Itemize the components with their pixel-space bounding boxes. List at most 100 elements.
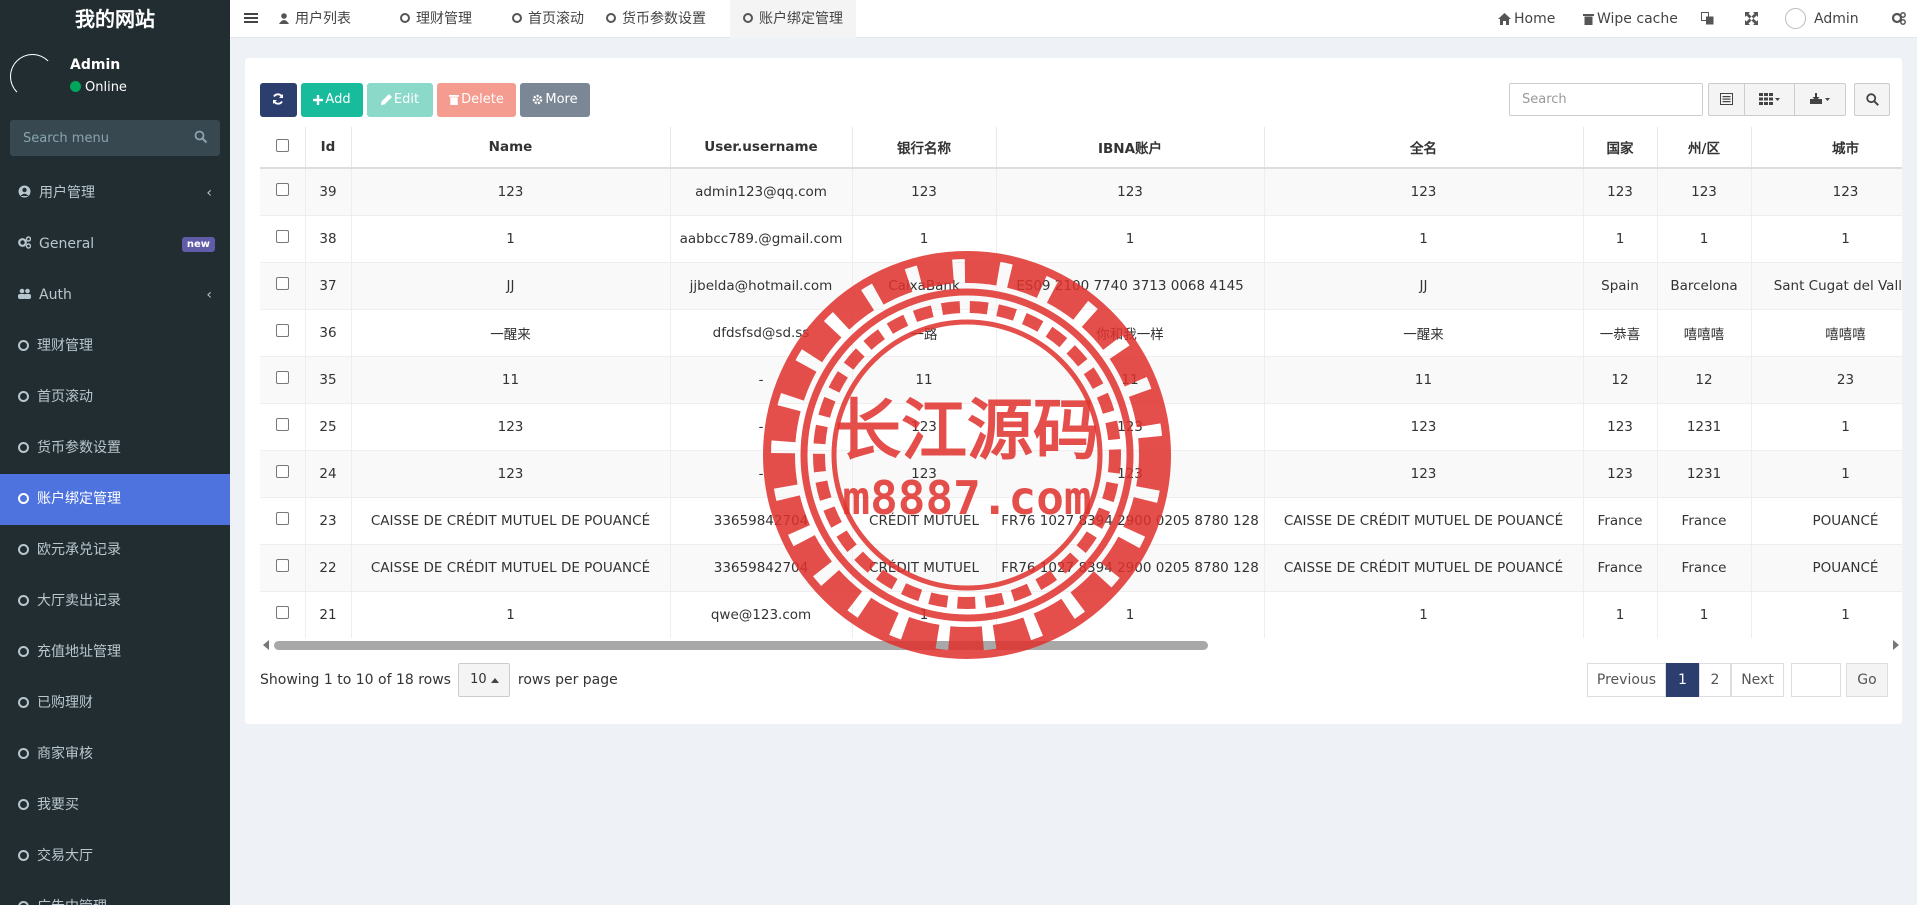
language-toggle[interactable]: [1701, 0, 1717, 38]
wipe-cache-link[interactable]: Wipe cache: [1583, 0, 1678, 38]
row-checkbox[interactable]: [275, 559, 289, 572]
columns-dropdown[interactable]: [1745, 84, 1795, 115]
sidebar-item-7[interactable]: 欧元承兑记录: [0, 525, 230, 576]
caret-up-icon: [490, 678, 499, 683]
select-all-checkbox[interactable]: [275, 138, 289, 152]
table-row[interactable]: 24 123-123 123 123 123 1231 1: [260, 449, 1902, 497]
sidebar-item-label: 广告中管理: [37, 899, 107, 905]
row-checkbox[interactable]: [275, 418, 289, 431]
sidebar-item-4[interactable]: 首页滚动: [0, 372, 230, 423]
table-row[interactable]: 38 1 aabbcc789.@gmail.com 1 1 1 1 1 1: [260, 214, 1902, 262]
table-search-input[interactable]: [1510, 84, 1702, 115]
sidebar-item-6[interactable]: 账户绑定管理: [0, 474, 230, 525]
scrollbar-thumb[interactable]: [274, 641, 1208, 650]
table-row[interactable]: 39 123 admin123@qq.com 123 123 123 123 123 123: [260, 167, 1902, 215]
export-dropdown[interactable]: [1795, 84, 1844, 115]
control-sidebar-toggle[interactable]: [1891, 0, 1909, 38]
table-row[interactable]: 36 一醒来 dfdsfsd@sd.ss 一路 你和我一样 一醒来 一恭喜 嘻嘻嘻 嘻嘻嘻: [260, 308, 1902, 356]
previous-page-button[interactable]: Previous: [1587, 663, 1666, 697]
fullscreen-toggle[interactable]: [1745, 0, 1761, 38]
column-header[interactable]: 城市: [1751, 127, 1902, 169]
sidebar-item-8[interactable]: 大厅卖出记录: [0, 576, 230, 627]
row-checkbox[interactable]: [275, 512, 289, 525]
table-row[interactable]: 37 JJ jjbelda@hotmail.com CaixaBank ES09 210…: [260, 261, 1902, 309]
sidebar-search-input[interactable]: [10, 120, 220, 156]
edit-button[interactable]: Edit: [367, 83, 433, 117]
table-cell: 24: [305, 449, 352, 497]
row-checkbox[interactable]: [275, 230, 289, 243]
sidebar-item-label: 账户绑定管理: [37, 491, 121, 507]
tab-3[interactable]: 货币参数设置: [593, 0, 719, 38]
column-header[interactable]: IBNA账户: [996, 127, 1265, 169]
column-header[interactable]: 银行名称: [852, 127, 997, 169]
horizontal-scrollbar[interactable]: [260, 638, 1902, 652]
scroll-right-arrow-icon[interactable]: [1893, 640, 1899, 650]
more-button[interactable]: More: [520, 83, 590, 117]
pagination-info: Showing 1 to 10 of 18 rows 10 rows per p…: [260, 663, 618, 697]
scroll-left-arrow-icon[interactable]: [263, 640, 269, 650]
gear-icon: [533, 94, 543, 105]
sidebar-item-12[interactable]: 我要买: [0, 780, 230, 831]
toggle-view-button[interactable]: [1709, 84, 1745, 115]
page-size-value: 10: [470, 672, 487, 687]
row-checkbox[interactable]: [275, 465, 289, 478]
page-size-dropdown[interactable]: 10: [458, 663, 511, 697]
row-checkbox[interactable]: [275, 371, 289, 384]
table-cell: 23: [1751, 355, 1902, 403]
table-cell: 11: [852, 355, 997, 403]
tab-1[interactable]: 理财管理: [387, 0, 485, 38]
next-page-button[interactable]: Next: [1731, 663, 1784, 697]
column-header[interactable]: 州/区: [1657, 127, 1752, 169]
table-cell: 123: [996, 402, 1265, 450]
go-button[interactable]: Go: [1846, 663, 1888, 697]
page-1-button[interactable]: 1: [1666, 663, 1699, 697]
table-cell: 12: [1583, 355, 1658, 403]
sidebar-item-5[interactable]: 货币参数设置: [0, 423, 230, 474]
refresh-button[interactable]: [260, 83, 297, 117]
table-row[interactable]: 21 1 qwe@123.com 1 1 1 1 1 1: [260, 590, 1902, 638]
row-checkbox[interactable]: [275, 183, 289, 197]
sidebar-item-0[interactable]: 用户管理 ‹: [0, 168, 230, 219]
page-2-button[interactable]: 2: [1699, 663, 1731, 697]
table-cell: ES09 2100 7740 3713 0068 4145: [996, 261, 1265, 309]
search-icon[interactable]: [194, 130, 208, 144]
table-cell: 123: [852, 402, 997, 450]
circle-icon: [18, 697, 29, 708]
row-checkbox[interactable]: [275, 606, 289, 620]
site-logo[interactable]: 我的网站: [0, 0, 230, 38]
sidebar-item-3[interactable]: 理财管理: [0, 321, 230, 372]
table-row[interactable]: 35 11-11 11 11 12 12 23: [260, 355, 1902, 403]
delete-button[interactable]: Delete: [437, 83, 516, 117]
table-cell: 嘻嘻嘻: [1751, 308, 1902, 356]
tab-2[interactable]: 首页滚动: [499, 0, 597, 38]
circle-icon: [18, 391, 29, 402]
row-select-cell: [260, 355, 306, 403]
add-button[interactable]: Add: [301, 83, 363, 117]
sidebar-item-2[interactable]: Auth ‹: [0, 270, 230, 321]
menu-toggle-icon[interactable]: [244, 11, 258, 25]
sidebar-item-10[interactable]: 已购理财: [0, 678, 230, 729]
sidebar-item-11[interactable]: 商家审核: [0, 729, 230, 780]
tab-0[interactable]: 用户列表: [266, 0, 364, 38]
advanced-search-button[interactable]: [1854, 83, 1890, 116]
column-header[interactable]: 全名: [1264, 127, 1584, 169]
table-row[interactable]: 25 123-123 123 123 123 1231 1: [260, 402, 1902, 450]
sidebar-item-13[interactable]: 交易大厅: [0, 831, 230, 882]
column-header[interactable]: 国家: [1583, 127, 1658, 169]
tab-4[interactable]: 账户绑定管理: [730, 0, 856, 38]
admin-user-menu[interactable]: Admin: [1785, 0, 1859, 38]
sidebar-item-9[interactable]: 充值地址管理: [0, 627, 230, 678]
sidebar-item-14[interactable]: 广告中管理: [0, 882, 230, 905]
sidebar-item-1[interactable]: General new: [0, 219, 230, 270]
home-link[interactable]: Home: [1498, 0, 1555, 38]
table-row[interactable]: 22 CAISSE DE CRÉDIT MUTUEL DE POUANCÉ 3365…: [260, 543, 1902, 591]
column-header[interactable]: Id: [305, 127, 352, 169]
row-checkbox[interactable]: [275, 324, 289, 337]
row-checkbox[interactable]: [275, 277, 289, 290]
column-header[interactable]: Name: [351, 127, 671, 169]
goto-page-input[interactable]: [1791, 663, 1841, 697]
table-row[interactable]: 23 CAISSE DE CRÉDIT MUTUEL DE POUANCÉ 3365…: [260, 496, 1902, 544]
select-all-cell: [260, 127, 306, 169]
column-header[interactable]: User.username: [670, 127, 853, 169]
table-cell: POUANCÉ: [1751, 543, 1902, 591]
